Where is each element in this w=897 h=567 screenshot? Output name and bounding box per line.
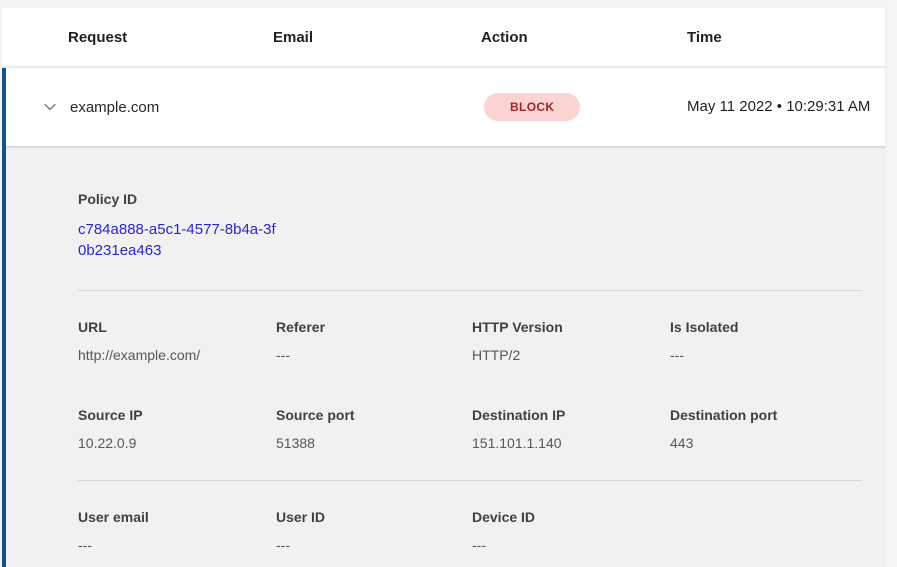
details-row-user: User email --- User ID --- Device ID ---	[78, 509, 862, 553]
request-domain: example.com	[70, 99, 273, 116]
details-row-http: URL http://example.com/ Referer --- HTTP…	[78, 319, 862, 363]
field-device-id-value: ---	[472, 537, 670, 553]
table-header-row: Request Email Action Time	[2, 8, 885, 68]
field-device-id: Device ID ---	[472, 509, 670, 553]
field-url-label: URL	[78, 319, 276, 335]
column-header-request: Request	[68, 29, 273, 46]
field-destination-port: Destination port 443	[670, 407, 862, 451]
table-row[interactable]: example.com BLOCK May 11 2022 • 10:29:31…	[6, 68, 885, 146]
field-device-id-label: Device ID	[472, 509, 670, 525]
field-user-id-label: User ID	[276, 509, 472, 525]
field-is-isolated-value: ---	[670, 347, 862, 363]
field-source-port: Source port 51388	[276, 407, 472, 451]
field-url: URL http://example.com/	[78, 319, 276, 363]
section-divider	[78, 290, 862, 291]
field-is-isolated-label: Is Isolated	[670, 319, 862, 335]
column-header-action: Action	[481, 29, 687, 46]
field-http-version-label: HTTP Version	[472, 319, 670, 335]
field-destination-port-value: 443	[670, 435, 862, 451]
field-referer-label: Referer	[276, 319, 472, 335]
field-referer: Referer ---	[276, 319, 472, 363]
field-source-port-value: 51388	[276, 435, 472, 451]
field-destination-port-label: Destination port	[670, 407, 862, 423]
expanded-row-container: example.com BLOCK May 11 2022 • 10:29:31…	[2, 68, 885, 567]
field-http-version-value: HTTP/2	[472, 347, 670, 363]
column-header-email: Email	[273, 29, 481, 46]
field-referer-value: ---	[276, 347, 472, 363]
field-http-version: HTTP Version HTTP/2	[472, 319, 670, 363]
action-cell: BLOCK	[481, 93, 687, 121]
status-badge-block: BLOCK	[484, 93, 580, 121]
field-user-email-label: User email	[78, 509, 276, 525]
field-user-email: User email ---	[78, 509, 276, 553]
log-table-card: Request Email Action Time example.com BL…	[2, 8, 885, 567]
field-user-email-value: ---	[78, 537, 276, 553]
field-source-ip: Source IP 10.22.0.9	[78, 407, 276, 451]
details-row-network: Source IP 10.22.0.9 Source port 51388 De…	[78, 407, 862, 451]
chevron-down-icon[interactable]	[42, 99, 58, 115]
field-user-id: User ID ---	[276, 509, 472, 553]
field-destination-ip-value: 151.101.1.140	[472, 435, 670, 451]
field-destination-ip: Destination IP 151.101.1.140	[472, 407, 670, 451]
policy-id-label: Policy ID	[78, 191, 862, 207]
field-user-id-value: ---	[276, 537, 472, 553]
field-url-value: http://example.com/	[78, 347, 276, 363]
field-source-port-label: Source port	[276, 407, 472, 423]
field-is-isolated: Is Isolated ---	[670, 319, 862, 363]
policy-id-link[interactable]: c784a888-a5c1-4577-8b4a-3f0b231ea463	[78, 219, 276, 261]
section-divider	[78, 480, 862, 481]
field-source-ip-value: 10.22.0.9	[78, 435, 276, 451]
field-source-ip-label: Source IP	[78, 407, 276, 423]
column-header-time: Time	[687, 29, 885, 46]
row-details-panel: Policy ID c784a888-a5c1-4577-8b4a-3f0b23…	[6, 146, 885, 567]
timestamp: May 11 2022 • 10:29:31 AM	[687, 95, 883, 119]
policy-id-group: Policy ID c784a888-a5c1-4577-8b4a-3f0b23…	[78, 191, 862, 261]
field-empty	[670, 509, 862, 553]
field-destination-ip-label: Destination IP	[472, 407, 670, 423]
